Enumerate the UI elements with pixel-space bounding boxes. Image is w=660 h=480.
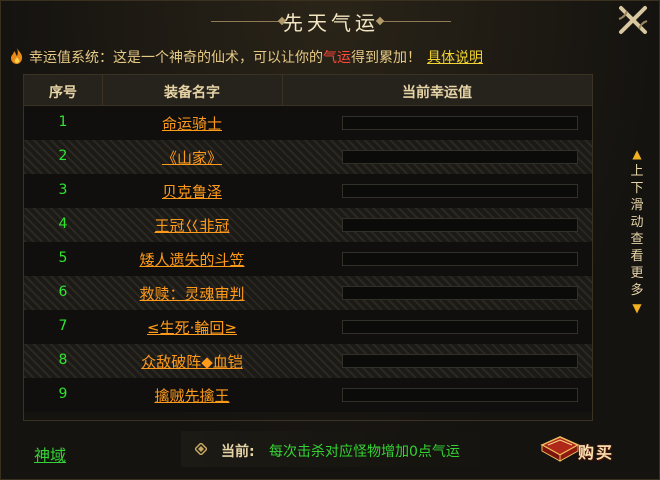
row-index: 3 — [58, 182, 68, 198]
luck-system-description: 幸运值系统：这是一个神奇的仙术，可以让你的气运得到累加！ 具体说明 — [29, 47, 483, 67]
scroll-hint-text: 上下滑动查看更多 — [630, 164, 644, 298]
info-suffix: 得到累加！ — [351, 50, 421, 66]
table-row: 8 众敌破阵◆血铠 — [24, 344, 592, 378]
fire-icon — [11, 48, 23, 64]
luck-progress-bar — [342, 286, 578, 300]
table-header: 序号 装备名字 当前幸运值 — [24, 75, 592, 106]
table-row: 1 命运骑士 — [24, 106, 592, 140]
header-index: 序号 — [49, 85, 77, 101]
row-index: 7 — [58, 318, 68, 334]
row-index: 6 — [58, 284, 68, 300]
equipment-name-link[interactable]: 救赎：灵魂审判 — [102, 283, 282, 304]
luck-progress-bar — [342, 388, 578, 402]
window-title: 先天气运 — [283, 11, 379, 35]
current-status-panel: 当前: 每次击杀对应怪物增加0点气运 — [181, 431, 521, 467]
buy-button[interactable]: 购买 — [538, 431, 624, 467]
equipment-name-link[interactable]: 矮人遗失的斗笠 — [102, 249, 282, 270]
luck-progress-bar — [342, 218, 578, 232]
info-prefix: 幸运值系统：这是一个神奇的仙术，可以让你的 — [29, 50, 323, 66]
dialog-window: 先天气运 幸运值系统：这是一个神奇的仙术，可以让你的气运得到累加！ 具体说明 序号… — [0, 0, 660, 480]
equipment-name-link[interactable]: 众敌破阵◆血铠 — [102, 351, 282, 372]
chevron-up-icon: ▲ — [632, 147, 642, 161]
row-index: 4 — [58, 216, 68, 232]
equipment-name-link[interactable]: 王冠巜非冠 — [102, 215, 282, 236]
table-row: 6 救赎：灵魂审判 — [24, 276, 592, 310]
row-index: 5 — [58, 250, 68, 266]
status-label: 当前: — [221, 444, 255, 460]
book-icon — [540, 436, 580, 462]
table-row: 7 ≤生死·輪回≥ — [24, 310, 592, 344]
table-row: 5 矮人遗失的斗笠 — [24, 242, 592, 276]
equipment-name-link[interactable]: 《山家》 — [102, 147, 282, 168]
header-current-luck: 当前幸运值 — [402, 85, 472, 101]
luck-progress-bar — [342, 184, 578, 198]
row-index: 1 — [58, 114, 68, 130]
close-button[interactable] — [615, 3, 651, 37]
diamond-bullet-icon — [195, 443, 207, 455]
title-ornament-right — [381, 21, 451, 22]
header-equipment-name: 装备名字 — [164, 85, 220, 101]
close-icon — [618, 6, 648, 34]
equipment-name-link[interactable]: 贝克鲁泽 — [102, 181, 282, 202]
luck-progress-bar — [342, 320, 578, 334]
luck-progress-bar — [342, 354, 578, 368]
scroll-hint[interactable]: ▲ 上下滑动查看更多 ▼ — [623, 147, 651, 343]
equipment-name-link[interactable]: ≤生死·輪回≥ — [102, 317, 282, 338]
row-index: 9 — [58, 386, 68, 402]
table-row: 3 贝克鲁泽 — [24, 174, 592, 208]
equipment-name-link[interactable]: 擒贼先擒王 — [102, 385, 282, 406]
luck-progress-bar — [342, 252, 578, 266]
row-index: 8 — [58, 352, 68, 368]
info-highlight: 气运 — [323, 50, 351, 66]
equipment-name-link[interactable]: 命运骑士 — [102, 113, 282, 134]
table-row: 2 《山家》 — [24, 140, 592, 174]
luck-progress-bar — [342, 150, 578, 164]
buy-label: 购买 — [578, 443, 615, 462]
title-bar: 先天气运 — [1, 1, 660, 41]
luck-progress-bar — [342, 116, 578, 130]
row-index: 2 — [58, 148, 68, 164]
table-row: 9 擒贼先擒王 — [24, 378, 592, 412]
status-text: 每次击杀对应怪物增加0点气运 — [269, 444, 460, 460]
divine-realm-link[interactable]: 神域 — [34, 442, 66, 466]
details-link[interactable]: 具体说明 — [427, 50, 483, 66]
chevron-down-icon: ▼ — [632, 301, 642, 315]
equipment-luck-table: 序号 装备名字 当前幸运值 1 命运骑士 2 《山家》 3 贝克鲁泽 4 王冠巜… — [23, 74, 593, 421]
table-row: 4 王冠巜非冠 — [24, 208, 592, 242]
